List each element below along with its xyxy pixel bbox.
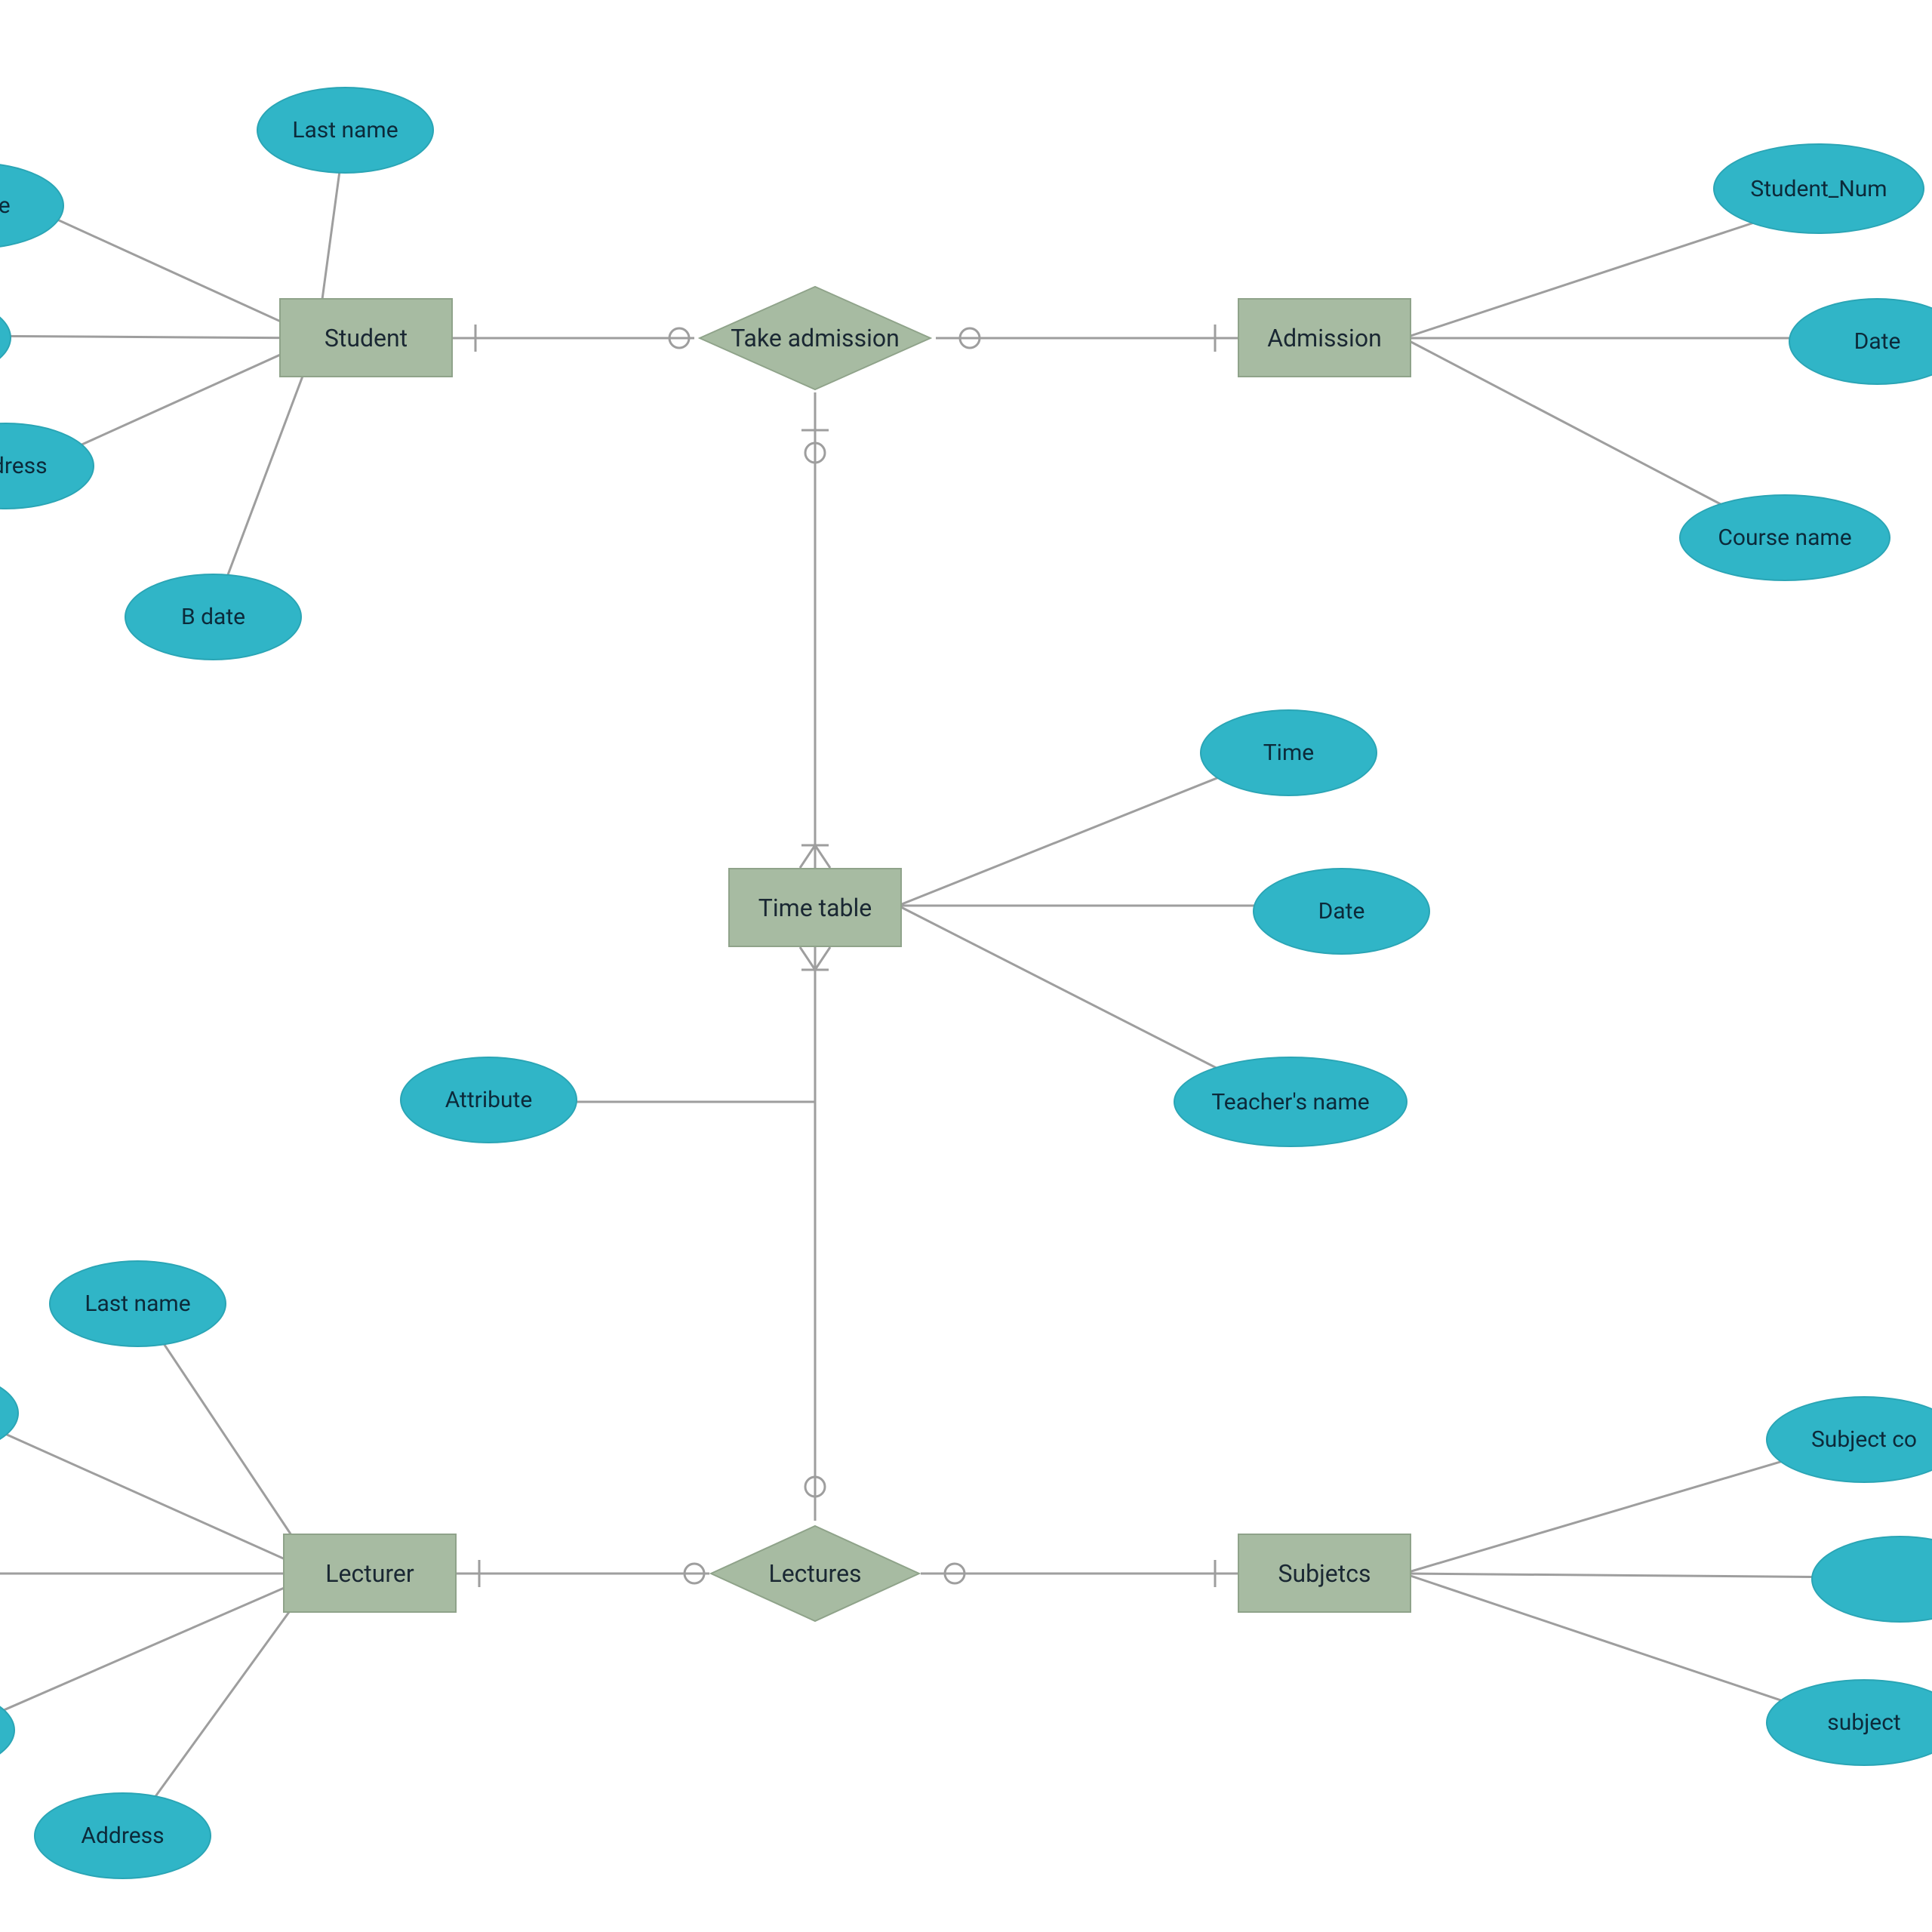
er-diagram-canvas: Student Admission Time table Lecturer Su… <box>0 0 1932 1932</box>
entity-label: Subjetcs <box>1278 1559 1371 1588</box>
attribute-label: Attribute <box>445 1087 533 1113</box>
attribute-timetable-time[interactable]: Time <box>1200 709 1377 796</box>
entity-label: Time table <box>758 894 872 922</box>
entity-admission[interactable]: Admission <box>1238 298 1411 377</box>
entity-lecturer[interactable]: Lecturer <box>283 1534 457 1613</box>
attribute-lecturer-address[interactable]: Address <box>34 1792 211 1879</box>
entity-timetable[interactable]: Time table <box>728 868 902 947</box>
entity-student[interactable]: Student <box>279 298 453 377</box>
attribute-label: Last name <box>85 1291 190 1317</box>
relationship-lectures[interactable]: Lectures <box>709 1524 921 1623</box>
connector-lines <box>0 0 1932 1932</box>
relationship-label: Lectures <box>768 1559 861 1588</box>
entity-label: Student <box>325 324 408 352</box>
attribute-label: Date <box>1854 328 1901 355</box>
attribute-label: Subject co <box>1811 1426 1917 1453</box>
attribute-label: Address <box>0 453 48 479</box>
attribute-student-lastname[interactable]: Last name <box>257 87 434 174</box>
attribute-label: Course name <box>1718 525 1851 551</box>
attribute-standalone[interactable]: Attribute <box>400 1057 577 1143</box>
attribute-admission-studentnum[interactable]: Student_Num <box>1713 143 1924 234</box>
attribute-label: B date <box>181 604 245 630</box>
attribute-timetable-date[interactable]: Date <box>1253 868 1430 955</box>
entity-label: Admission <box>1267 324 1382 352</box>
attribute-label: Student_Num <box>1750 176 1887 202</box>
attribute-label: Time <box>1263 740 1314 766</box>
attribute-timetable-teachername[interactable]: Teacher's name <box>1174 1057 1407 1147</box>
attribute-label: Teacher's name <box>1211 1089 1369 1115</box>
attribute-student-bdate[interactable]: B date <box>125 574 302 660</box>
attribute-admission-coursename[interactable]: Course name <box>1679 494 1890 581</box>
entity-subjects[interactable]: Subjetcs <box>1238 1534 1411 1613</box>
attribute-label: subject <box>1827 1709 1900 1736</box>
attribute-label: Date <box>1318 898 1365 924</box>
attribute-label: Address <box>81 1823 164 1849</box>
attribute-label: t name <box>0 192 11 219</box>
attribute-lecturer-lastname[interactable]: Last name <box>49 1260 226 1347</box>
attribute-label: Last name <box>292 117 398 143</box>
entity-label: Lecturer <box>325 1559 414 1588</box>
relationship-take-admission[interactable]: Take admission <box>698 285 932 391</box>
relationship-label: Take admission <box>731 324 900 352</box>
